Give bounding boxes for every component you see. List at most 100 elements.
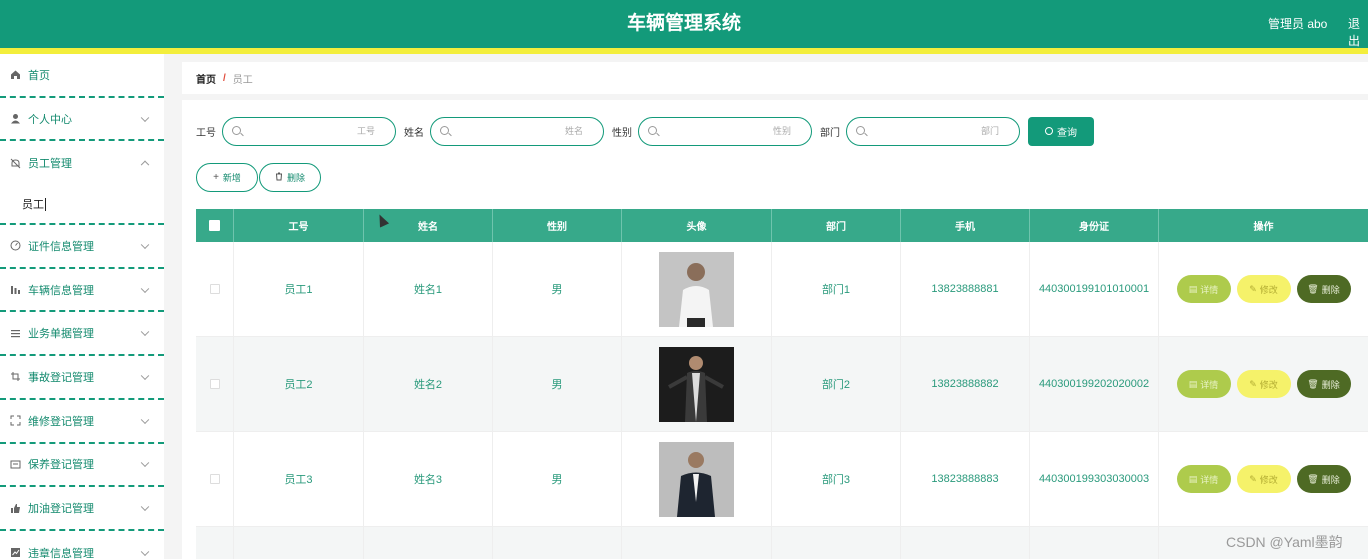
plus-icon: + [213, 172, 219, 183]
query-button-label: 查询 [1057, 127, 1077, 139]
batch-delete-button[interactable]: 删除 [259, 163, 321, 192]
delete-button[interactable]: 🗑 删除 [1296, 465, 1351, 493]
detail-button[interactable]: ▤ 详情 [1176, 275, 1231, 303]
sidebar-item-staff[interactable]: 员工管理 [0, 141, 164, 185]
cell-name [364, 527, 493, 559]
cell-avatar [622, 527, 772, 559]
sidebar-item-label: 车辆信息管理 [28, 284, 94, 297]
cell-dept: 部门3 [772, 432, 901, 526]
cell-avatar [622, 337, 772, 431]
search-input-name[interactable] [453, 117, 583, 145]
row-checkbox[interactable] [209, 379, 220, 389]
search-input-gender[interactable] [661, 117, 791, 145]
edit-button[interactable]: ✎ 修改 [1236, 465, 1291, 493]
sidebar-item-home[interactable]: 首页 [0, 54, 164, 98]
trash-icon: 🗑 [1307, 283, 1319, 294]
header-select-all [196, 209, 234, 242]
avatar [659, 251, 734, 327]
sidebar-item-documents[interactable]: 业务单据管理 [0, 312, 164, 357]
add-button[interactable]: + 新增 [196, 163, 258, 192]
bell-off-icon [9, 157, 21, 169]
detail-button[interactable]: ▤ 详情 [1176, 370, 1231, 398]
column-header[interactable]: 性别 [493, 209, 622, 242]
chart-icon [9, 547, 21, 559]
search-form: 工号 姓名 性别 部门 查询 [196, 116, 1094, 146]
sidebar-item-label: 事故登记管理 [28, 371, 94, 384]
sidebar-item-certificates[interactable]: 证件信息管理 [0, 225, 164, 269]
cell-gender: 男 [493, 242, 622, 336]
search-icon [648, 125, 657, 135]
batch-delete-button-label: 删除 [286, 173, 305, 183]
sidebar-item-profile[interactable]: 个人中心 [0, 98, 164, 142]
chevron-down-icon [140, 502, 150, 512]
cell-idcard: 440300199101010001 [1030, 242, 1159, 336]
tickets-icon [9, 458, 21, 470]
column-header[interactable]: 身份证 [1030, 209, 1159, 242]
delete-button-label: 删除 [1321, 474, 1340, 485]
edit-button[interactable]: ✎ 修改 [1236, 275, 1291, 303]
detail-button[interactable]: ▤ 详情 [1176, 465, 1231, 493]
query-button[interactable]: 查询 [1028, 116, 1094, 146]
sidebar-subitem-staff[interactable]: 员工 [0, 185, 164, 226]
edit-button-label: 修改 [1259, 474, 1278, 485]
sidebar-item-accidents[interactable]: 事故登记管理 [0, 356, 164, 400]
main-content: 工号 姓名 性别 部门 查询 + 新增 删除 [182, 100, 1368, 559]
cell-avatar [622, 432, 772, 526]
cell-phone: 13823888883 [901, 432, 1030, 526]
cell-phone: 13823888882 [901, 337, 1030, 431]
column-header[interactable]: 头像 [622, 209, 772, 242]
sidebar-item-label: 业务单据管理 [28, 328, 94, 341]
detail-button-label: 详情 [1200, 379, 1219, 390]
row-select-cell [196, 432, 234, 526]
sidebar-item-repairs[interactable]: 维修登记管理 [0, 400, 164, 444]
row-checkbox[interactable] [209, 474, 220, 484]
trash-icon: 🗑 [1307, 473, 1319, 484]
row-checkbox[interactable] [209, 284, 220, 294]
search-icon [856, 125, 865, 135]
table-row: 员工1 姓名1 男 部门1 13823888881 44030019910101… [196, 242, 1368, 337]
chevron-down-icon [140, 240, 150, 249]
delete-button[interactable]: 🗑 删除 [1296, 370, 1351, 398]
cell-operations: ▤ 详情 ✎ 修改 🗑 删除 [1159, 432, 1368, 526]
text-caret [45, 197, 46, 211]
cell-idcard [1030, 527, 1159, 559]
table-row [196, 527, 1368, 559]
logout-link[interactable]: 退出 [1348, 15, 1368, 49]
sidebar: 首页 个人中心 员工管理 员工 证件信息管理 车辆信息管理 业务单据管理 事故登… [0, 54, 164, 559]
chevron-down-icon [140, 415, 150, 424]
cell-staff-id: 员工2 [234, 337, 364, 431]
column-header[interactable]: 手机 [901, 209, 1030, 242]
detail-button-label: 详情 [1200, 474, 1219, 485]
cell-phone [901, 527, 1030, 559]
trash-icon [275, 172, 283, 184]
delete-button-label: 删除 [1321, 284, 1340, 295]
cell-staff-id: 员工3 [234, 432, 364, 526]
edit-button[interactable]: ✎ 修改 [1236, 370, 1291, 398]
search-label-dept: 部门 [820, 127, 840, 139]
dashboard-icon [9, 240, 21, 252]
column-header[interactable]: 部门 [772, 209, 901, 242]
select-all-checkbox[interactable] [209, 220, 220, 231]
search-input-gender-wrapper [638, 116, 812, 146]
sidebar-item-label: 个人中心 [28, 113, 72, 126]
sidebar-item-vehicles[interactable]: 车辆信息管理 [0, 269, 164, 313]
document-icon: ▤ [1188, 378, 1198, 389]
breadcrumb-separator: / [223, 72, 226, 84]
sidebar-item-violations[interactable]: 违章信息管理 [0, 531, 164, 559]
search-input-id[interactable] [245, 117, 375, 145]
table-header: 工号 姓名 性别 头像 部门 手机 身份证 操作 [196, 209, 1368, 242]
cell-name: 姓名3 [364, 432, 493, 526]
chevron-down-icon [140, 547, 150, 556]
action-toolbar: + 新增 删除 [196, 163, 322, 192]
sidebar-item-maintenance[interactable]: 保养登记管理 [0, 444, 164, 488]
search-icon [232, 125, 241, 135]
chevron-down-icon [140, 371, 150, 381]
search-input-dept[interactable] [869, 117, 999, 145]
sidebar-item-label: 维修登记管理 [28, 415, 94, 428]
column-header[interactable]: 工号 [234, 209, 364, 242]
delete-button[interactable]: 🗑 删除 [1296, 275, 1351, 303]
breadcrumb-home[interactable]: 首页 [196, 71, 216, 86]
crop-icon [9, 371, 21, 383]
sidebar-item-fuel[interactable]: 加油登记管理 [0, 487, 164, 531]
cell-avatar [622, 242, 772, 336]
